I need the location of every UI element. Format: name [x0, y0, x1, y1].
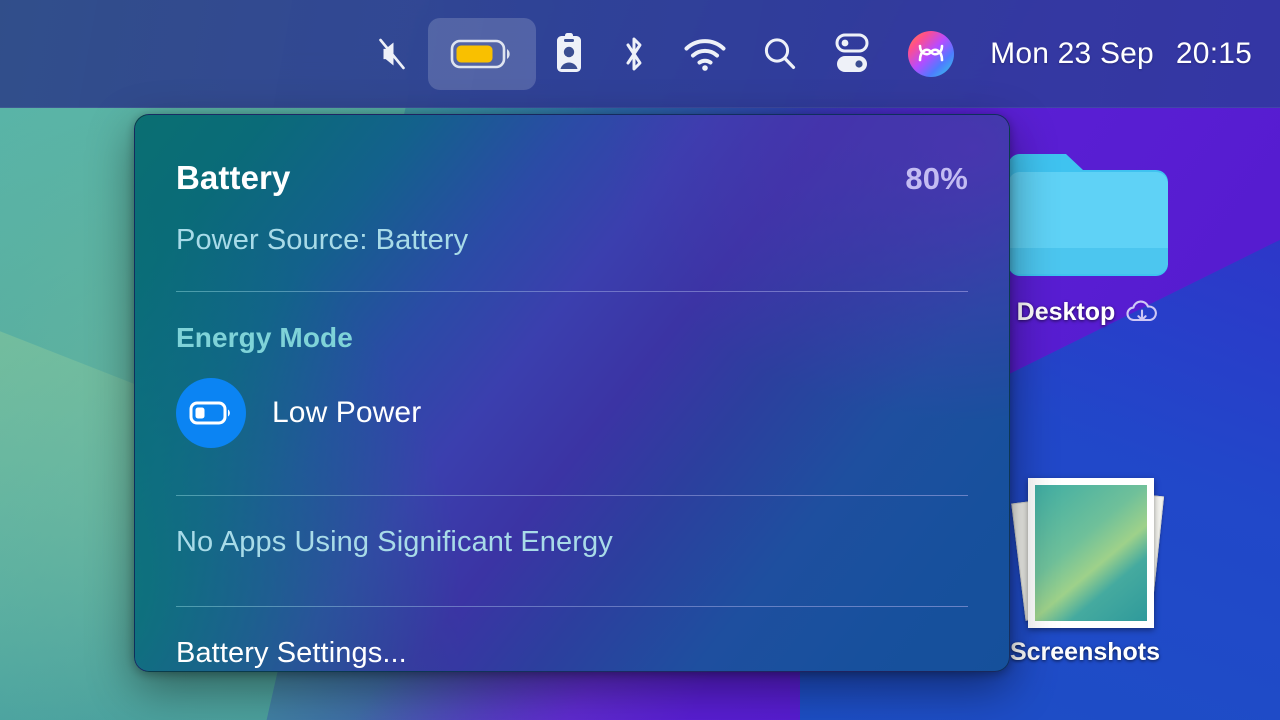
menu-bar-time: 20:15 — [1175, 36, 1252, 70]
menu-bar: Mon 23 Sep 20:15 — [0, 0, 1280, 108]
wifi-icon — [684, 38, 726, 71]
battery-menu-panel: Battery 80% Power Source: Battery Energy… — [134, 114, 1010, 672]
menu-bar-date: Mon 23 Sep — [990, 36, 1154, 70]
menu-bar-status-items — [356, 17, 974, 90]
search-icon — [765, 37, 796, 69]
menu-bar-item-mute[interactable] — [356, 18, 428, 90]
energy-mode-row[interactable]: Low Power — [176, 378, 968, 448]
desktop-icon-screenshots-folder[interactable]: Screenshots — [1000, 470, 1170, 667]
menu-bar-clock[interactable]: Mon 23 Sep 20:15 — [990, 37, 1260, 71]
menu-bar-item-siri[interactable] — [888, 18, 974, 90]
divider-2 — [176, 495, 968, 496]
stack-sheet-front — [1028, 478, 1154, 628]
desktop-icon-desktop-folder[interactable]: Desktop — [1000, 140, 1176, 327]
menu-bar-item-user[interactable] — [536, 18, 602, 90]
menu-bar-item-battery[interactable] — [428, 17, 537, 90]
desktop-screen: Desktop Screenshots Mon 23 Sep 20:15 Bat… — [0, 0, 1280, 720]
power-source-label: Power Source: Battery — [176, 224, 469, 256]
divider-3 — [176, 606, 968, 607]
bluetooth-icon — [626, 37, 642, 70]
low-battery-icon — [176, 378, 246, 448]
menu-bar-item-wifi[interactable] — [666, 18, 744, 90]
page-title: Battery — [176, 159, 291, 196]
battery-status-icon — [450, 39, 510, 68]
menu-bar-item-bluetooth[interactable] — [602, 18, 666, 90]
battery-percentage: 80% — [905, 161, 968, 196]
divider-1 — [176, 291, 968, 292]
photo-stack-icon — [1000, 470, 1170, 630]
apps-energy-status: No Apps Using Significant Energy — [176, 526, 613, 558]
menu-bar-item-spotlight[interactable] — [744, 18, 816, 90]
folder-icon — [1008, 154, 1168, 276]
stack-thumbnail — [1035, 485, 1147, 621]
low-battery-glyph — [189, 401, 230, 425]
control-center-icon — [835, 33, 869, 72]
menu-bar-item-control-centre[interactable] — [816, 18, 888, 90]
mute-icon — [379, 38, 405, 69]
siri-icon — [908, 30, 955, 77]
energy-mode-header: Energy Mode — [176, 322, 353, 353]
energy-mode-value: Low Power — [272, 396, 422, 429]
icloud-download-icon — [1126, 300, 1158, 321]
battery-settings-item[interactable]: Battery Settings... — [176, 637, 968, 670]
fast-user-switch-icon — [557, 32, 582, 72]
desktop-icon-label: Desktop — [1017, 298, 1160, 327]
screenshots-icon-label: Screenshots — [1009, 638, 1161, 666]
battery-header: Battery 80% — [176, 115, 968, 197]
